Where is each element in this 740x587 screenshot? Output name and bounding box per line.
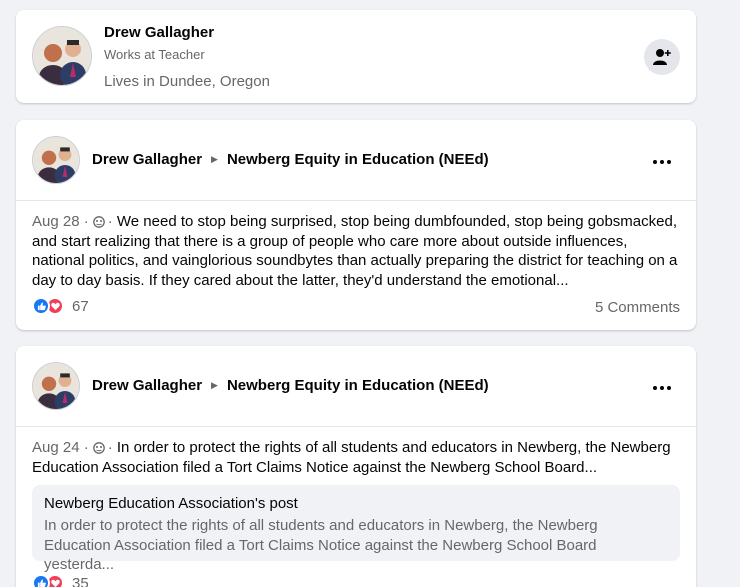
- add-friend-button[interactable]: [644, 39, 680, 75]
- more-options-button[interactable]: [644, 370, 680, 406]
- separator: ·: [107, 213, 113, 230]
- shared-post-preview[interactable]: Newberg Education Association's post In …: [32, 485, 680, 573]
- shared-post-text: In order to protect the rights of all st…: [44, 517, 598, 573]
- reaction-count: 35: [72, 574, 89, 587]
- post-body: In order to protect the rights of all st…: [32, 439, 671, 476]
- separator: ·: [83, 213, 89, 230]
- add-friend-icon: [653, 49, 671, 65]
- post-card: Drew Gallagher ▶ Newberg Equity in Educa…: [16, 346, 696, 587]
- profile-avatar[interactable]: [32, 26, 92, 86]
- like-reaction-icon: [32, 574, 50, 587]
- comments-link[interactable]: 5 Comments: [595, 299, 680, 316]
- reactions[interactable]: 67: [32, 297, 89, 315]
- like-reaction-icon: [32, 297, 50, 315]
- separator: ·: [107, 439, 113, 456]
- profile-work: Works at Teacher: [104, 47, 205, 62]
- post-title: Drew Gallagher ▶ Newberg Equity in Educa…: [92, 151, 489, 168]
- author-avatar[interactable]: [32, 362, 80, 410]
- more-options-icon: [653, 160, 657, 164]
- post-text[interactable]: Aug 24 · · In order to protect the rights…: [32, 438, 682, 477]
- group-name[interactable]: Newberg Equity in Education (NEEd): [227, 377, 489, 394]
- globe-icon: [92, 216, 105, 228]
- post-title: Drew Gallagher ▶ Newberg Equity in Educa…: [92, 377, 489, 394]
- more-options-icon: [653, 386, 657, 390]
- group-name[interactable]: Newberg Equity in Education (NEEd): [227, 151, 489, 168]
- caret-right-icon: ▶: [211, 380, 218, 390]
- profile-location: Lives in Dundee, Oregon: [104, 73, 270, 90]
- post-card: Drew Gallagher ▶ Newberg Equity in Educa…: [16, 120, 696, 330]
- post-text[interactable]: Aug 28 · · We need to stop being surprise…: [32, 212, 682, 290]
- profile-name[interactable]: Drew Gallagher: [104, 24, 214, 41]
- more-options-button[interactable]: [644, 144, 680, 180]
- author-name[interactable]: Drew Gallagher: [92, 377, 202, 394]
- author-name[interactable]: Drew Gallagher: [92, 151, 202, 168]
- caret-right-icon: ▶: [211, 154, 218, 164]
- post-header: Drew Gallagher ▶ Newberg Equity in Educa…: [16, 346, 696, 427]
- post-date[interactable]: Aug 24: [32, 439, 80, 456]
- globe-icon: [92, 442, 105, 454]
- post-body: We need to stop being surprised, stop be…: [32, 213, 678, 289]
- reaction-count: 67: [72, 297, 89, 315]
- post-date[interactable]: Aug 28: [32, 213, 80, 230]
- author-avatar[interactable]: [32, 136, 80, 184]
- post-header: Drew Gallagher ▶ Newberg Equity in Educa…: [16, 120, 696, 201]
- shared-post-title: Newberg Education Association's post: [44, 495, 298, 512]
- profile-card: Drew Gallagher Works at Teacher Lives in…: [16, 10, 696, 103]
- separator: ·: [83, 439, 89, 456]
- reactions[interactable]: 35: [32, 574, 89, 587]
